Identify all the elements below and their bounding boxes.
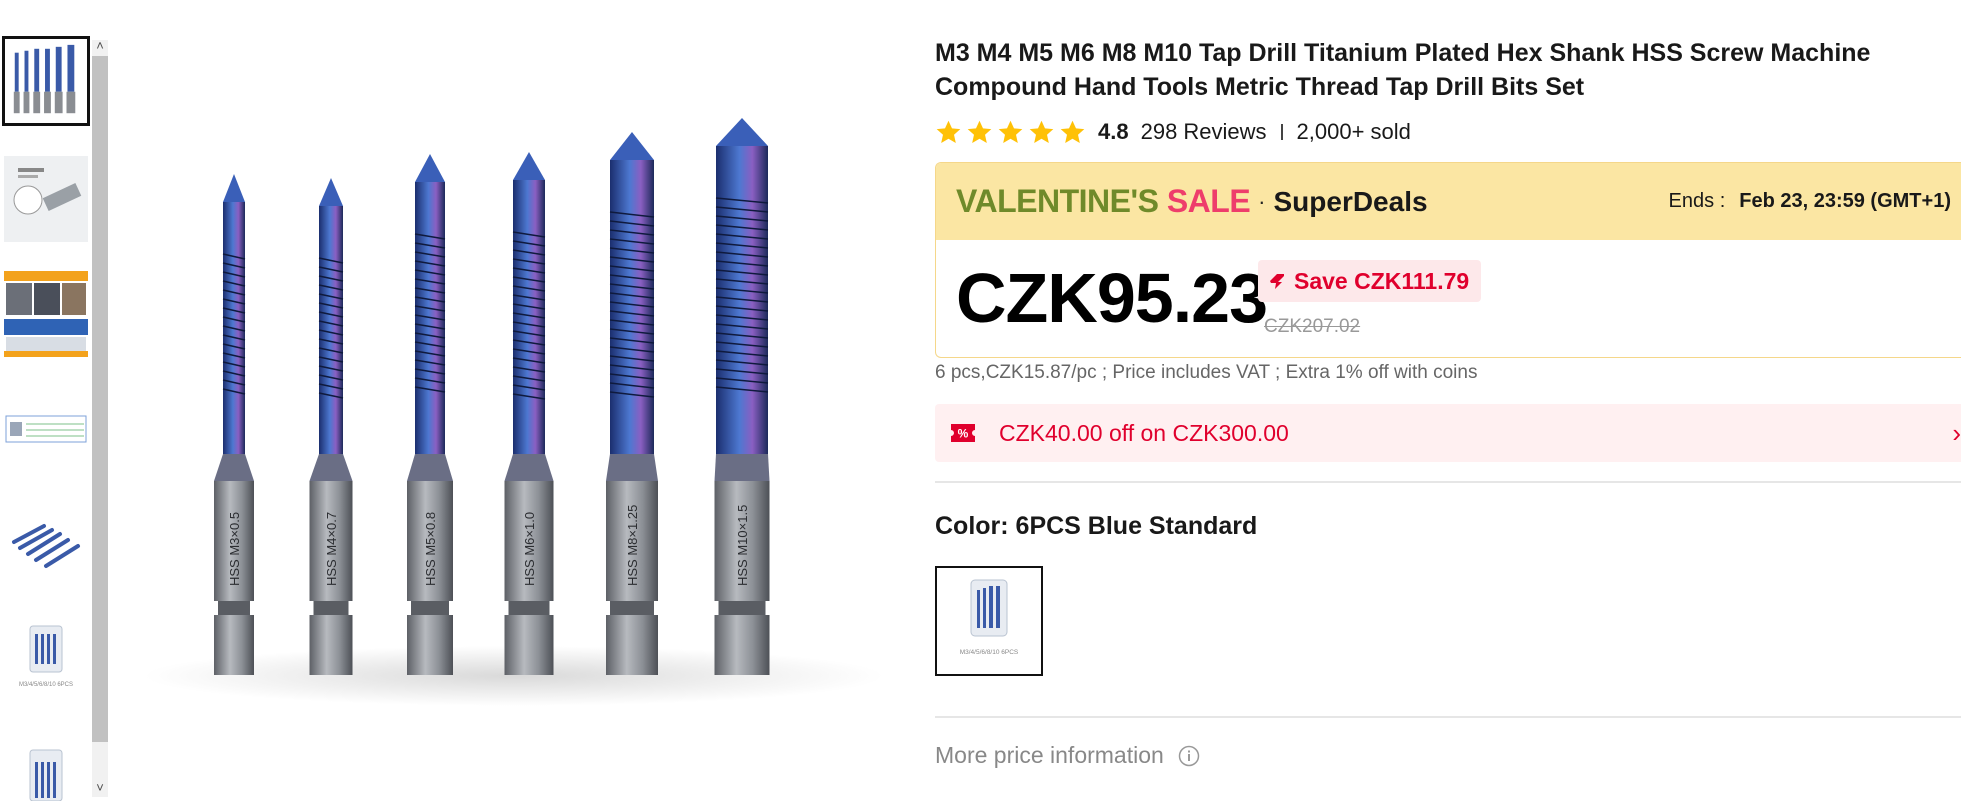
- rating-row: 4.8 298 Reviews 2,000+ sold: [935, 114, 1411, 150]
- divider: [1280, 124, 1283, 140]
- more-price-info[interactable]: More price information: [935, 742, 1200, 769]
- tag-icon: [1270, 274, 1284, 289]
- promo-banner: VALENTINE'S SALE · SuperDeals Ends : Feb…: [936, 163, 1961, 240]
- svg-text:M3/4/5/6/8/10 6PCS: M3/4/5/6/8/10 6PCS: [19, 682, 73, 688]
- thumbnail-5[interactable]: [4, 496, 88, 582]
- current-price: CZK95.23: [956, 259, 1268, 337]
- package-2-thumbnail-image: [4, 744, 88, 801]
- drill-bit: HSS M8×1.25: [606, 132, 658, 675]
- reviews-link[interactable]: 298 Reviews: [1141, 119, 1267, 145]
- star-icon: [936, 120, 961, 143]
- color-label: Color: 6PCS Blue Standard: [935, 512, 1258, 540]
- thumbnail-1[interactable]: [2, 36, 90, 126]
- more-price-label: More price information: [935, 742, 1164, 768]
- usage-photos-thumbnail-image: [4, 271, 88, 357]
- sale-logo-word-1: VALENTINE'S: [956, 183, 1159, 219]
- thumbnail-scrollbar-thumb[interactable]: [92, 56, 108, 742]
- drill-size-label: HSS M3×0.5: [227, 512, 242, 586]
- product-title: M3 M4 M5 M6 M8 M10 Tap Drill Titanium Pl…: [935, 39, 1871, 101]
- drill-size-label: HSS M8×1.25: [625, 505, 640, 586]
- drill-size-label: HSS M10×1.5: [735, 505, 750, 586]
- thumbnail-7[interactable]: [4, 744, 88, 801]
- drill-set-thumbnail-image: [5, 39, 87, 123]
- sale-logo: VALENTINE'S SALE: [956, 183, 1251, 220]
- coupon-icon: %: [951, 424, 975, 442]
- sale-countdown: Ends : Feb 23, 23:59 (GMT+1): [1669, 163, 1951, 240]
- star-icon: [998, 120, 1023, 143]
- price-row: CZK95.23 Save CZK111.79 CZK207.02: [936, 240, 1961, 357]
- info-icon[interactable]: [1178, 745, 1200, 767]
- thumbnail-3[interactable]: [4, 271, 88, 357]
- drill-size-label: HSS M5×0.8: [423, 512, 438, 586]
- unit-price-info: 6 pcs,CZK15.87/pc ; Price includes VAT ;…: [935, 362, 1478, 383]
- coupon-text: CZK40.00 off on CZK300.00: [999, 419, 1289, 446]
- section-divider-2: [935, 716, 1961, 718]
- scroll-up-icon[interactable]: ˄: [92, 38, 108, 54]
- sale-logo-word-2: SALE: [1166, 183, 1251, 219]
- save-amount: Save CZK111.79: [1294, 267, 1470, 294]
- drill-bits-illustration: HSS M3×0.5 HSS M4×0.7 HSS M5×0.8 HSS M6×1.0…: [134, 96, 894, 716]
- coupon-banner[interactable]: % CZK40.00 off on CZK300.00 ›: [935, 404, 1961, 462]
- superdeals-label: SuperDeals: [1273, 185, 1428, 217]
- sold-count: 2,000+ sold: [1296, 119, 1411, 144]
- coupon-icon-glyph: %: [958, 427, 969, 441]
- ends-label: Ends :: [1668, 190, 1726, 212]
- hex-shank-thumbnail-image: [4, 156, 88, 242]
- ends-time: Feb 23, 23:59 (GMT+1): [1739, 190, 1951, 212]
- section-divider: [935, 481, 1961, 483]
- drill-size-label: HSS M4×0.7: [324, 512, 339, 586]
- thumbnail-2[interactable]: [4, 156, 88, 242]
- scroll-down-icon[interactable]: ˅: [92, 780, 108, 796]
- chevron-right-icon[interactable]: ›: [1952, 404, 1961, 462]
- star-icon: [1029, 120, 1054, 143]
- thumbnail-4[interactable]: [4, 386, 88, 472]
- original-price: CZK207.02: [1264, 316, 1361, 337]
- rating-value: 4.8: [1098, 119, 1129, 144]
- color-swatch-image: M3/4/5/6/8/10 6PCS: [937, 568, 1041, 674]
- drill-bit: HSS M10×1.5: [714, 118, 770, 675]
- thumbnail-6[interactable]: M3/4/5/6/8/10 6PCS: [4, 620, 88, 706]
- swatch-caption: M3/4/5/6/8/10 6PCS: [960, 649, 1019, 656]
- star-rating[interactable]: [935, 119, 1086, 146]
- star-icon: [1060, 120, 1085, 143]
- separator-dot: ·: [1258, 188, 1266, 214]
- drill-size-label: HSS M6×1.0: [522, 512, 537, 586]
- size-chart-thumbnail-image: [4, 386, 88, 472]
- price-card: VALENTINE'S SALE · SuperDeals Ends : Feb…: [935, 162, 1961, 358]
- star-icon: [967, 120, 992, 143]
- main-product-image[interactable]: HSS M3×0.5 HSS M4×0.7 HSS M5×0.8 HSS M6×1.0…: [134, 96, 894, 716]
- save-badge: Save CZK111.79: [1258, 260, 1482, 302]
- drill-angled-thumbnail-image: [4, 496, 88, 582]
- package-thumbnail-image: M3/4/5/6/8/10 6PCS: [4, 620, 88, 706]
- color-option-6pcs-blue[interactable]: M3/4/5/6/8/10 6PCS: [935, 566, 1043, 676]
